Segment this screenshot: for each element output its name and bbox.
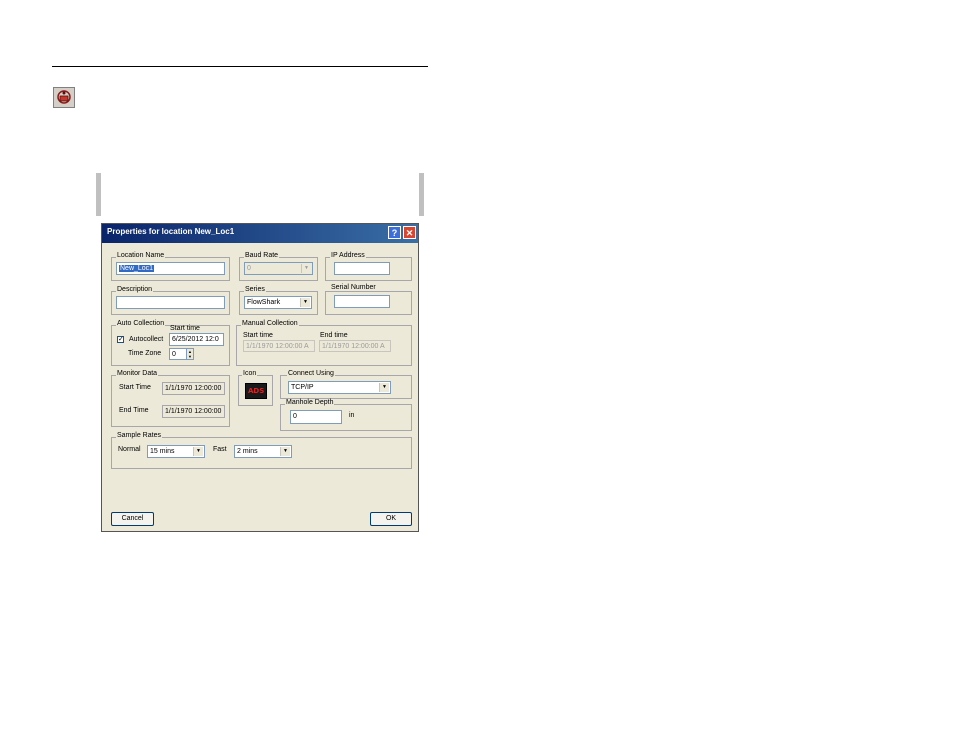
time-zone-spinner[interactable]: ▲ ▼ [186, 348, 194, 360]
ads-monitor-icon[interactable]: ADS [245, 383, 267, 399]
fast-rate-label: Fast [213, 446, 227, 453]
time-zone-label: Time Zone [128, 350, 162, 357]
note-bar-right [419, 173, 424, 216]
autocollect-label: Autocollect [129, 336, 164, 343]
chevron-down-icon: ▼ [193, 447, 203, 456]
manhole-depth-unit: in [349, 412, 355, 419]
manual-start-time-input[interactable]: 1/1/1970 12:00:00 A [243, 340, 315, 352]
location-name-label: Location Name [116, 252, 166, 259]
description-label: Description [116, 286, 154, 293]
icon-group-label: Icon [242, 370, 258, 377]
manhole-depth-input[interactable]: 0 [290, 410, 342, 424]
monitor-start-time-value: 1/1/1970 12:00:00 [162, 382, 225, 395]
manual-end-time-label: End time [320, 332, 348, 339]
location-properties-icon [53, 87, 75, 108]
baud-rate-select[interactable]: 0 ▼ [244, 262, 313, 275]
autocollect-checkbox[interactable]: ✓ [117, 336, 124, 343]
manual-end-time-input[interactable]: 1/1/1970 12:00:00 A [319, 340, 391, 352]
description-input[interactable] [116, 296, 225, 309]
title-bar[interactable]: Properties for location New_Loc1 ? ✕ [102, 224, 418, 243]
help-button[interactable]: ? [388, 226, 401, 239]
ip-address-label: IP Address [330, 252, 366, 259]
baud-rate-label: Baud Rate [244, 252, 280, 259]
serial-number-label: Serial Number [330, 284, 377, 291]
close-button[interactable]: ✕ [403, 226, 416, 239]
series-select[interactable]: FlowShark ▼ [244, 296, 312, 309]
monitor-data-label: Monitor Data [116, 370, 159, 377]
auto-collection-label: Auto Collection [116, 320, 166, 327]
monitor-end-time-value: 1/1/1970 12:00:00 [162, 405, 225, 418]
ads-icon-text: ADS [248, 387, 265, 395]
manhole-depth-label: Manhole Depth [285, 399, 335, 406]
chevron-down-icon: ▼ [280, 447, 290, 456]
auto-start-time-label: Start time [170, 325, 200, 332]
top-divider [52, 66, 428, 67]
manual-collection-label: Manual Collection [241, 320, 299, 327]
cancel-button[interactable]: Cancel [111, 512, 154, 526]
chevron-down-icon: ▼ [300, 298, 310, 307]
fast-rate-select[interactable]: 2 mins ▼ [234, 445, 292, 458]
connect-using-label: Connect Using [287, 370, 335, 377]
ip-address-input[interactable] [334, 262, 390, 275]
location-name-input[interactable]: New_Loc1 [116, 262, 225, 275]
monitor-start-time-label: Start Time [119, 384, 151, 391]
connect-using-select[interactable]: TCP/IP ▼ [288, 381, 391, 394]
monitor-end-time-label: End Time [119, 407, 149, 414]
location-properties-dialog: Properties for location New_Loc1 ? ✕ Loc… [101, 223, 419, 532]
chevron-down-icon: ▼ [379, 383, 389, 392]
series-label: Series [244, 286, 266, 293]
serial-number-input[interactable] [334, 295, 390, 308]
manual-start-time-label: Start time [243, 332, 273, 339]
note-bar-left [96, 173, 101, 216]
chevron-down-icon: ▼ [301, 264, 311, 273]
auto-start-time-input[interactable]: 6/25/2012 12:0 [169, 333, 224, 346]
normal-rate-select[interactable]: 15 mins ▼ [147, 445, 205, 458]
dialog-title: Properties for location New_Loc1 [107, 227, 235, 236]
ok-button[interactable]: OK [370, 512, 412, 526]
normal-rate-label: Normal [118, 446, 141, 453]
sample-rates-label: Sample Rates [116, 432, 162, 439]
